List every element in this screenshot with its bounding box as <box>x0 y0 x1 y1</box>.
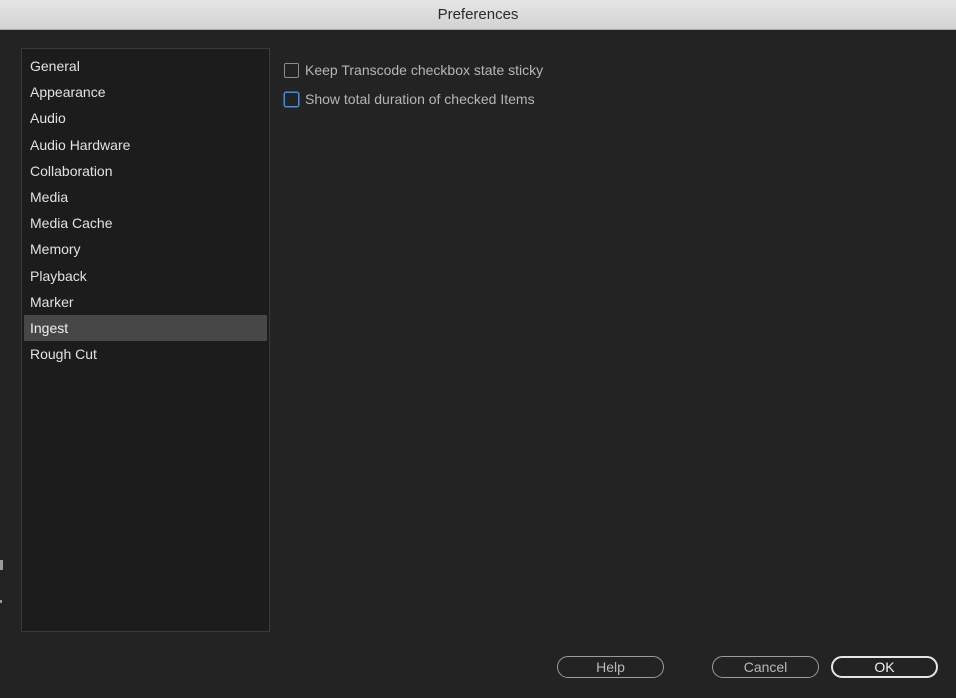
sidebar-item-marker[interactable]: Marker <box>24 289 267 315</box>
sidebar-item-memory[interactable]: Memory <box>24 236 267 262</box>
sidebar-item-ingest[interactable]: Ingest <box>24 314 267 342</box>
window-titlebar[interactable]: Preferences <box>0 0 956 30</box>
window-title: Preferences <box>437 6 519 23</box>
edge-marks <box>0 560 4 620</box>
sidebar-item-general[interactable]: General <box>24 53 267 79</box>
keep-transcode-sticky-checkbox[interactable] <box>284 62 299 78</box>
sidebar-item-appearance[interactable]: Appearance <box>24 79 267 105</box>
preferences-dialog: General Appearance Audio Audio Hardware … <box>0 30 956 698</box>
ingest-options-panel: Keep Transcode checkbox state sticky Sho… <box>284 60 543 118</box>
sidebar-item-audio[interactable]: Audio <box>24 105 267 131</box>
ok-button[interactable]: OK <box>831 656 938 678</box>
sidebar-item-media-cache[interactable]: Media Cache <box>24 210 267 236</box>
option-show-total-duration[interactable]: Show total duration of checked Items <box>284 89 543 109</box>
sidebar-item-audio-hardware[interactable]: Audio Hardware <box>24 132 267 158</box>
sidebar-item-playback[interactable]: Playback <box>24 263 267 289</box>
keep-transcode-sticky-label[interactable]: Keep Transcode checkbox state sticky <box>305 62 543 78</box>
sidebar-item-media[interactable]: Media <box>24 184 267 210</box>
option-keep-transcode-sticky[interactable]: Keep Transcode checkbox state sticky <box>284 60 543 80</box>
sidebar-item-rough-cut[interactable]: Rough Cut <box>24 341 267 367</box>
sidebar-item-collaboration[interactable]: Collaboration <box>24 158 267 184</box>
cancel-button[interactable]: Cancel <box>712 656 819 678</box>
show-total-duration-label[interactable]: Show total duration of checked Items <box>305 91 535 107</box>
show-total-duration-checkbox[interactable] <box>284 91 299 107</box>
preferences-category-list[interactable]: General Appearance Audio Audio Hardware … <box>21 48 270 632</box>
help-button[interactable]: Help <box>557 656 664 678</box>
